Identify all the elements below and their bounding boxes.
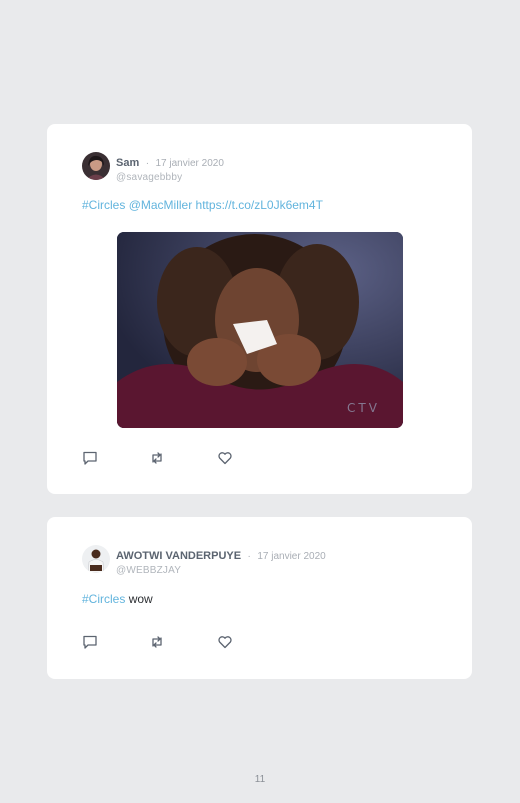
tweet-header: Sam · 17 janvier 2020 @savagebbby — [116, 153, 224, 183]
tweet-text: #Circles @MacMiller https://t.co/zL0Jk6e… — [82, 198, 323, 212]
mention-link[interactable]: @MacMiller — [129, 198, 193, 212]
hashtag-link[interactable]: #Circles — [82, 592, 125, 606]
author-handle[interactable]: @WEBBZJAY — [116, 565, 326, 576]
tweet-card: AWOTWI VANDERPUYE · 17 janvier 2020 @WEB… — [47, 517, 472, 679]
tweet-media-gif[interactable]: CTV — [117, 232, 403, 428]
retweet-icon[interactable] — [149, 450, 165, 466]
tweet-card: Sam · 17 janvier 2020 @savagebbby #Circl… — [47, 124, 472, 494]
avatar[interactable] — [82, 152, 110, 180]
tweet-date: 17 janvier 2020 — [257, 551, 326, 562]
separator: · — [247, 551, 251, 562]
tweet-header: AWOTWI VANDERPUYE · 17 janvier 2020 @WEB… — [116, 546, 326, 576]
separator: · — [145, 158, 150, 169]
reply-icon[interactable] — [82, 450, 98, 466]
hashtag-link[interactable]: #Circles — [82, 198, 125, 212]
tweet-date: 17 janvier 2020 — [155, 158, 224, 169]
author-name[interactable]: AWOTWI VANDERPUYE — [116, 550, 241, 562]
url-link[interactable]: https://t.co/zL0Jk6em4T — [196, 198, 323, 212]
gif-watermark: CTV — [347, 401, 380, 415]
tweet-body: wow — [128, 592, 153, 606]
tweet-text: #Circles wow — [82, 592, 153, 606]
retweet-icon[interactable] — [149, 634, 165, 650]
like-icon[interactable] — [217, 634, 233, 650]
page-number: 11 — [254, 774, 266, 785]
author-handle[interactable]: @savagebbby — [116, 172, 224, 183]
like-icon[interactable] — [217, 450, 233, 466]
reply-icon[interactable] — [82, 634, 98, 650]
author-name[interactable]: Sam — [116, 157, 139, 169]
avatar[interactable] — [82, 545, 110, 573]
